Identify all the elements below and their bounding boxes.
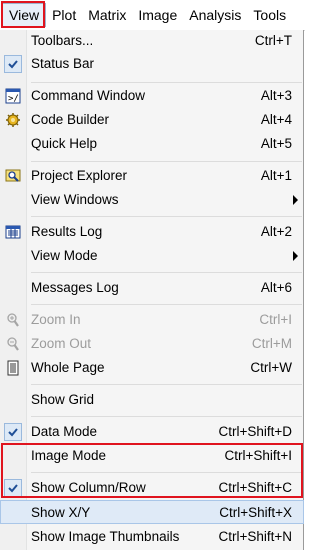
menu-separator [31, 82, 302, 83]
menu-item-label: View Mode [31, 248, 98, 263]
menu-item-toolbars[interactable]: Toolbars... Ctrl+T [0, 29, 304, 53]
submenu-arrow-icon [293, 251, 298, 261]
menu-item-shortcut: Ctrl+Shift+C [218, 480, 292, 495]
menu-item-label: Show Grid [31, 392, 95, 407]
menu-separator [31, 304, 302, 305]
menu-item-view-windows[interactable]: View Windows [0, 188, 304, 212]
menu-item-quick-help[interactable]: Quick Help Alt+5 [0, 132, 304, 156]
results-log-icon [3, 222, 23, 242]
menu-item-label: Data Mode [31, 424, 98, 439]
view-dropdown-menu: Toolbars... Ctrl+T Status Bar >/ Command… [0, 30, 304, 550]
menu-item-zoom-out[interactable]: Zoom Out Ctrl+M [0, 332, 304, 356]
menu-item-label: Show X/Y [31, 505, 91, 520]
project-explorer-icon [3, 166, 23, 186]
menu-item-command-window[interactable]: >/ Command Window Alt+3 [0, 84, 304, 108]
menu-item-label: Quick Help [31, 136, 98, 151]
menu-matrix[interactable]: Matrix [82, 4, 132, 26]
menu-separator [31, 384, 302, 385]
menu-item-zoom-in[interactable]: Zoom In Ctrl+I [0, 308, 304, 332]
menu-item-label: Project Explorer [31, 168, 128, 183]
menu-item-shortcut: Ctrl+T [254, 33, 292, 48]
menu-separator [31, 216, 302, 217]
menu-item-label: Toolbars... [31, 33, 94, 48]
menu-bar: View Plot Matrix Image Analysis Tools [0, 0, 305, 31]
menu-item-show-image-thumbnails[interactable]: Show Image Thumbnails Ctrl+Shift+N [0, 525, 304, 549]
menu-item-shortcut: Alt+1 [260, 168, 292, 183]
menu-item-label: Command Window [31, 88, 146, 103]
menu-item-label: Whole Page [31, 360, 105, 375]
menu-item-shortcut: Ctrl+W [250, 360, 292, 375]
menu-item-label: Image Mode [31, 448, 107, 463]
menu-separator [31, 416, 302, 417]
menu-item-label: Show Column/Row [31, 480, 146, 495]
menu-item-label: Code Builder [31, 112, 110, 127]
submenu-arrow-icon [293, 195, 298, 205]
check-icon [3, 478, 23, 498]
menu-item-project-explorer[interactable]: Project Explorer Alt+1 [0, 164, 304, 188]
menu-item-results-log[interactable]: Results Log Alt+2 [0, 220, 304, 244]
menu-view[interactable]: View [2, 3, 47, 27]
menu-item-shortcut: Alt+2 [260, 224, 292, 239]
menu-item-label: Results Log [31, 224, 103, 239]
menu-item-label: Status Bar [31, 56, 95, 71]
menu-item-label: Messages Log [31, 280, 119, 295]
menu-item-shortcut: Alt+3 [260, 88, 292, 103]
menu-item-show-xy[interactable]: Show X/Y Ctrl+Shift+X [0, 500, 304, 524]
menu-separator [31, 272, 302, 273]
svg-text:>/: >/ [8, 94, 19, 104]
check-icon [3, 54, 23, 74]
menu-separator [31, 472, 302, 473]
menu-item-shortcut: Ctrl+Shift+X [219, 505, 292, 520]
menu-plot[interactable]: Plot [46, 4, 82, 26]
menu-item-image-mode[interactable]: Image Mode Ctrl+Shift+I [0, 444, 304, 468]
menu-image[interactable]: Image [132, 4, 183, 26]
menu-item-shortcut: Alt+5 [260, 136, 292, 151]
menu-item-view-mode[interactable]: View Mode [0, 244, 304, 268]
menu-analysis[interactable]: Analysis [183, 4, 247, 26]
zoom-in-icon [3, 310, 23, 330]
menu-item-status-bar[interactable]: Status Bar [0, 52, 304, 76]
menu-item-data-mode[interactable]: Data Mode Ctrl+Shift+D [0, 420, 304, 444]
menu-item-shortcut: Alt+4 [260, 112, 292, 127]
menu-item-shortcut: Ctrl+M [251, 336, 292, 351]
menu-separator [31, 161, 302, 162]
check-icon [3, 422, 23, 442]
menu-item-messages-log[interactable]: Messages Log Alt+6 [0, 276, 304, 300]
menu-item-label: Show Image Thumbnails [31, 529, 180, 544]
menu-item-label: View Windows [31, 192, 119, 207]
code-builder-icon [3, 110, 23, 130]
menu-item-whole-page[interactable]: Whole Page Ctrl+W [0, 356, 304, 380]
menu-tools[interactable]: Tools [247, 4, 292, 26]
command-window-icon: >/ [3, 86, 23, 106]
whole-page-icon [3, 358, 23, 378]
zoom-out-icon [3, 334, 23, 354]
menu-item-show-grid[interactable]: Show Grid [0, 388, 304, 412]
menu-item-shortcut: Ctrl+Shift+D [218, 424, 292, 439]
menu-item-code-builder[interactable]: Code Builder Alt+4 [0, 108, 304, 132]
menu-item-shortcut: Ctrl+I [259, 312, 292, 327]
menu-item-label: Zoom In [31, 312, 81, 327]
menu-item-show-column-row[interactable]: Show Column/Row Ctrl+Shift+C [0, 476, 304, 500]
menu-item-shortcut: Alt+6 [260, 280, 292, 295]
menu-item-label: Zoom Out [31, 336, 92, 351]
menu-item-shortcut: Ctrl+Shift+I [224, 448, 292, 463]
menu-item-shortcut: Ctrl+Shift+N [218, 529, 292, 544]
